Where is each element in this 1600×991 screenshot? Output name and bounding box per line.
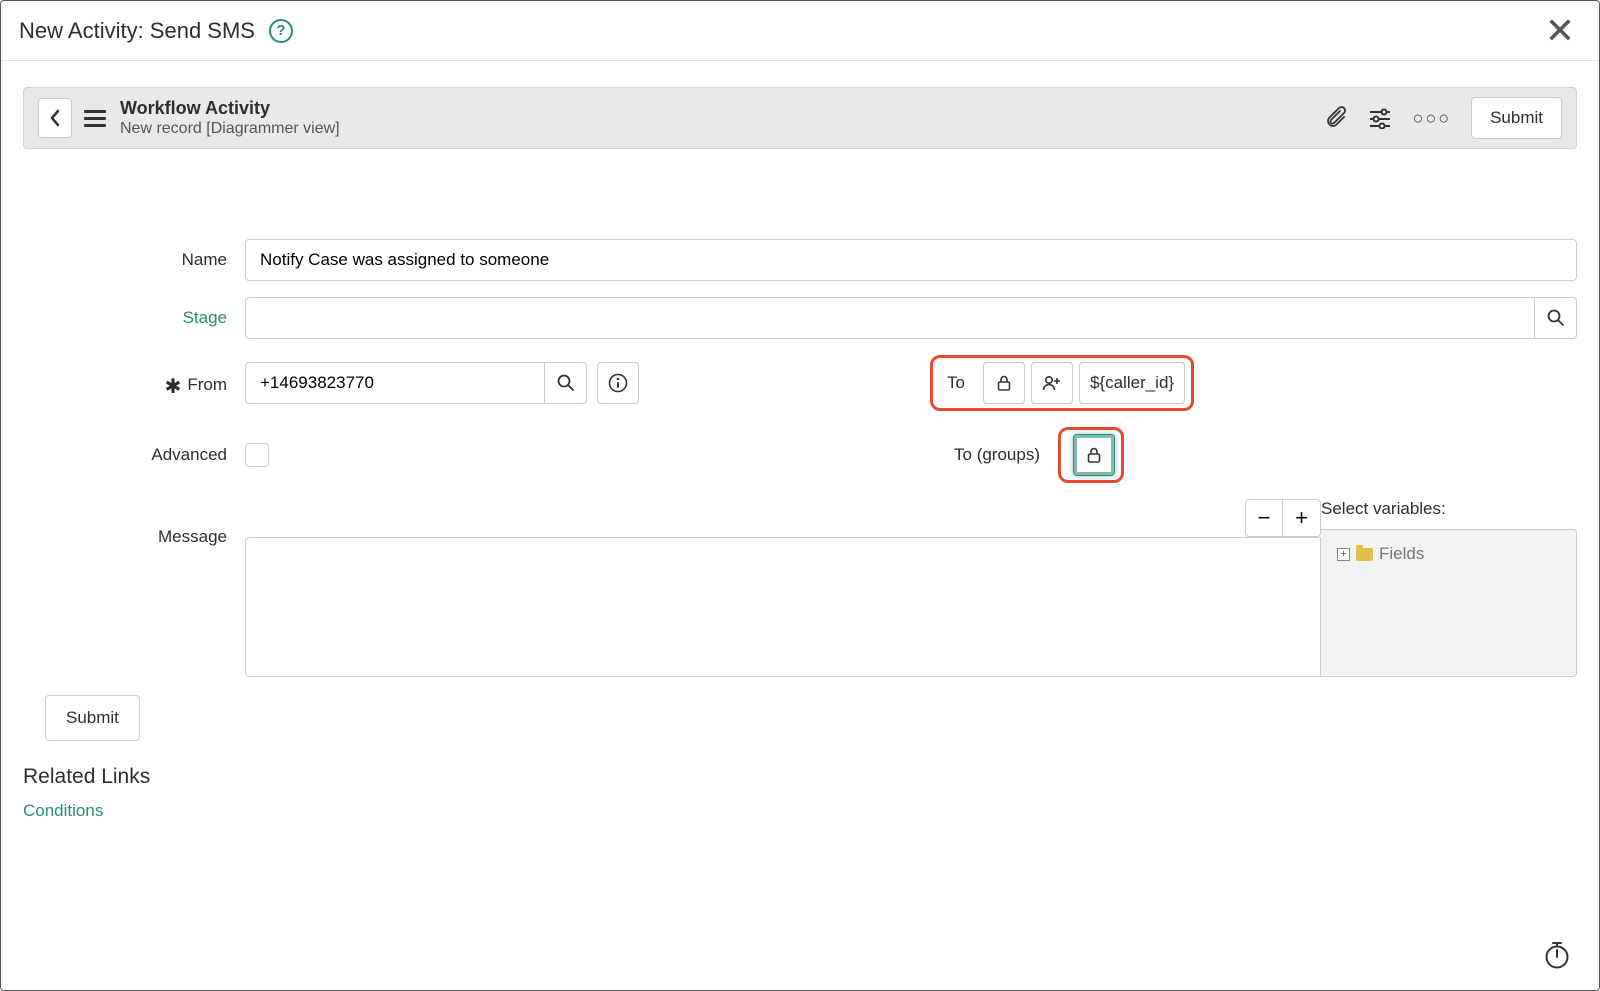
form-title: Workflow Activity [120,98,1326,119]
required-asterisk-icon: ✱ [165,376,182,398]
label-to: To [939,373,977,393]
bottom-area: Submit Related Links Conditions [1,695,1599,821]
to-groups-highlight-box [1058,427,1124,483]
to-lock-button[interactable] [983,362,1025,404]
from-info-button[interactable] [597,362,639,404]
tree-item-label: Fields [1379,544,1424,564]
folder-icon [1356,548,1373,561]
dialog-header: New Activity: Send SMS ? ✕ [1,1,1599,61]
row-stage: Stage [23,297,1577,339]
menu-icon[interactable] [84,110,106,127]
label-stage[interactable]: Stage [23,308,245,328]
help-icon[interactable]: ? [269,19,293,43]
message-collapse-button[interactable]: − [1245,499,1283,537]
form-subtitle: New record [Diagrammer view] [120,120,1326,138]
form-title-block: Workflow Activity New record [Diagrammer… [120,98,1326,138]
advanced-checkbox[interactable] [245,443,269,467]
form-header-bar: Workflow Activity New record [Diagrammer… [23,87,1577,149]
conditions-link[interactable]: Conditions [23,801,1577,821]
more-actions-icon[interactable]: ○○○ [1412,108,1451,129]
to-value[interactable]: ${caller_id} [1079,362,1185,404]
row-advanced-togroups: Advanced To (groups) [23,427,1577,483]
label-from: ✱From [23,371,245,396]
row-message: Message − + Select variables: + Fields [23,499,1577,677]
back-button[interactable] [38,98,72,138]
message-textarea[interactable] [245,537,1321,677]
message-expand-button[interactable]: + [1283,499,1321,537]
settings-sliders-icon[interactable] [1368,107,1392,129]
variables-tree[interactable]: + Fields [1321,529,1577,677]
row-from-to: ✱From To ${cal [23,355,1577,411]
submit-button-top[interactable]: Submit [1471,97,1562,139]
label-name: Name [23,250,245,270]
close-icon[interactable]: ✕ [1539,13,1581,49]
submit-button-bottom[interactable]: Submit [45,695,140,741]
select-variables-label: Select variables: [1321,499,1577,529]
related-links-heading: Related Links [23,765,1577,789]
stage-lookup-button[interactable] [1535,297,1577,339]
row-name: Name [23,239,1577,281]
stage-input[interactable] [245,297,1535,339]
dialog-title: New Activity: Send SMS [19,18,255,44]
attachment-icon[interactable] [1326,106,1348,130]
to-groups-lock-button[interactable] [1073,434,1115,476]
form-body: Name Stage ✱From [1,149,1599,677]
to-user-picker-button[interactable] [1031,362,1073,404]
from-input[interactable] [245,362,545,404]
label-message: Message [23,499,245,547]
tree-expand-icon[interactable]: + [1337,548,1350,561]
label-to-groups: To (groups) [800,445,1058,465]
stopwatch-icon[interactable] [1543,940,1571,970]
name-input[interactable] [245,239,1577,281]
from-lookup-button[interactable] [545,362,587,404]
tree-item-fields[interactable]: + Fields [1337,544,1560,564]
to-highlight-box: To ${caller_id} [930,355,1194,411]
label-advanced: Advanced [23,445,245,465]
